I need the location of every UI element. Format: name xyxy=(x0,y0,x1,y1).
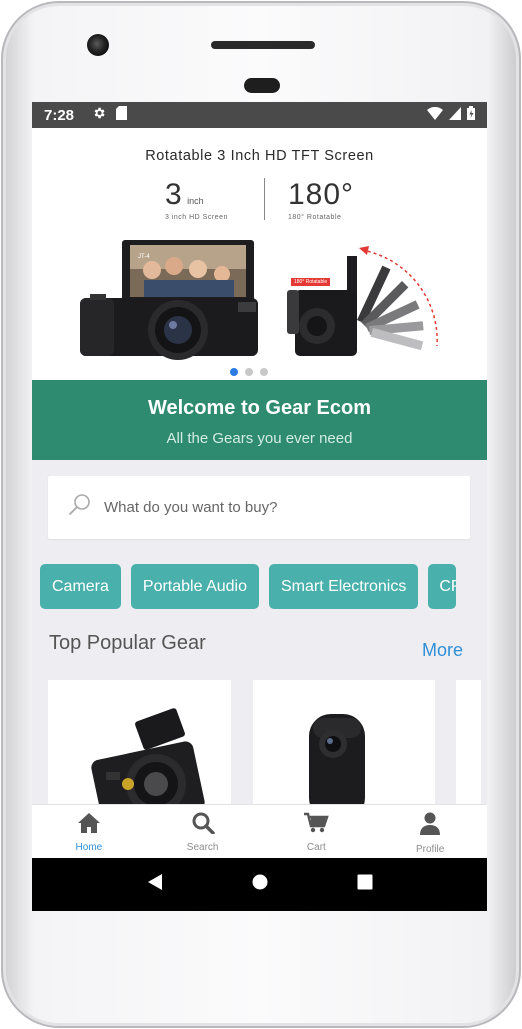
tab-profile[interactable]: Profile xyxy=(373,805,487,858)
earpiece xyxy=(244,78,280,93)
tab-cart-label: Cart xyxy=(306,842,326,853)
sensor-bar xyxy=(211,41,315,49)
sd-card-icon xyxy=(116,106,128,124)
tab-home[interactable]: Home xyxy=(32,805,146,858)
category-chip-list: Camera Portable Audio Smart Electronics … xyxy=(40,564,457,609)
battery-icon xyxy=(467,106,475,124)
carousel-dot-2[interactable] xyxy=(245,368,253,376)
spec-rotation-value: 180° xyxy=(288,178,355,211)
home-button[interactable] xyxy=(252,874,268,895)
search-icon xyxy=(191,812,215,839)
system-nav-bar xyxy=(32,858,487,911)
profile-icon xyxy=(419,812,441,841)
more-link[interactable]: More xyxy=(422,640,463,661)
category-chip-cp[interactable]: CP xyxy=(428,564,457,609)
spec-screen-size: 3 inch 3 inch HD Screen xyxy=(165,178,228,221)
search-bar[interactable] xyxy=(48,476,470,539)
promo-banner-carousel[interactable]: Rotatable 3 Inch HD TFT Screen 3 inch 3 … xyxy=(32,128,487,380)
product-image-action-cam xyxy=(309,714,365,820)
app-screen: 7:28 Rotatable 3 Inch HD TFT Screen 3 in… xyxy=(32,102,487,911)
bottom-tab-bar: Home Search Cart Profile xyxy=(32,804,487,858)
category-chip-portable-audio[interactable]: Portable Audio xyxy=(130,564,259,609)
welcome-section: Welcome to Gear Ecom All the Gears you e… xyxy=(32,380,487,460)
carousel-indicator[interactable] xyxy=(230,368,268,376)
spec-screen-size-unit: inch xyxy=(187,196,204,206)
camera-badge: JT-4 xyxy=(138,254,150,260)
tab-cart[interactable]: Cart xyxy=(260,805,374,858)
recents-button[interactable] xyxy=(357,874,373,895)
front-camera xyxy=(87,34,109,56)
tab-search-label: Search xyxy=(186,842,219,853)
category-chip-camera[interactable]: Camera xyxy=(40,564,121,609)
spec-divider xyxy=(264,178,265,220)
tab-search[interactable]: Search xyxy=(146,805,260,858)
cart-icon xyxy=(303,812,330,839)
carousel-dot-1[interactable] xyxy=(230,368,238,376)
rotation-demo-image xyxy=(287,246,438,356)
spec-rotation: 180° 180° Rotatable xyxy=(288,178,354,221)
back-button[interactable] xyxy=(147,873,163,896)
welcome-subtitle: All the Gears you ever need xyxy=(166,430,353,447)
flip-screen-camera-image xyxy=(80,240,258,360)
search-icon xyxy=(68,493,92,522)
spec-screen-size-caption: 3 inch HD Screen xyxy=(165,214,228,221)
welcome-title: Welcome to Gear Ecom xyxy=(147,397,372,419)
home-icon xyxy=(77,812,101,839)
status-time: 7:28 xyxy=(44,106,75,124)
wifi-icon xyxy=(427,106,443,124)
product-card-partial[interactable] xyxy=(456,680,481,820)
tab-profile-label: Profile xyxy=(415,844,445,855)
settings-gear-icon xyxy=(92,106,106,124)
banner-headline: Rotatable 3 Inch HD TFT Screen xyxy=(145,148,374,164)
section-title-popular: Top Popular Gear xyxy=(49,632,206,654)
spec-rotation-caption: 180° Rotatable xyxy=(288,214,342,221)
product-card[interactable] xyxy=(253,680,435,820)
category-chip-smart-electronics[interactable]: Smart Electronics xyxy=(268,564,419,609)
product-image-camera xyxy=(91,708,205,820)
status-bar: 7:28 xyxy=(32,102,487,128)
spec-screen-size-value: 3 xyxy=(165,178,183,211)
product-card[interactable] xyxy=(48,680,231,820)
rotation-tag: 180° Rotatable xyxy=(291,278,331,286)
tab-home-label: Home xyxy=(75,842,103,853)
carousel-dot-3[interactable] xyxy=(260,368,268,376)
signal-icon xyxy=(449,106,461,124)
search-input[interactable] xyxy=(104,499,424,516)
